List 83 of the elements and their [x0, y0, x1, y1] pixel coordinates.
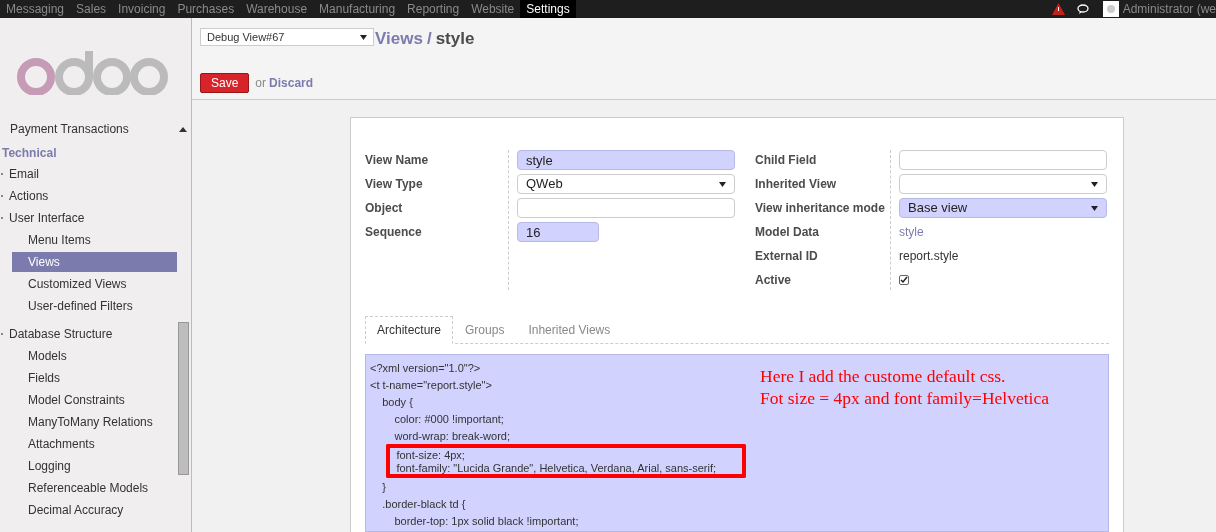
field-label: View inheritance mode	[755, 200, 885, 217]
sidebar-section[interactable]: Payment Transactions	[10, 120, 129, 138]
active-checkbox[interactable]	[899, 275, 909, 285]
text-field[interactable]: 16	[517, 222, 599, 242]
field-label: Child Field	[755, 152, 817, 169]
menu-tab[interactable]: Sales	[70, 0, 113, 18]
caret-up-icon[interactable]	[179, 126, 187, 132]
sidebar-item[interactable]: Email	[9, 165, 39, 183]
field-label: Inherited View	[755, 176, 837, 193]
text-field[interactable]	[517, 198, 735, 218]
code-line: <?xml version="1.0"?>	[370, 360, 481, 375]
sidebar-item[interactable]: User Interface	[9, 209, 85, 227]
select-value: Base view	[908, 199, 968, 218]
save-button[interactable]: Save	[200, 73, 250, 93]
tab[interactable]: Groups	[453, 316, 517, 343]
text-field[interactable]: style	[517, 150, 735, 170]
menu-tab[interactable]: Invoicing	[112, 0, 172, 18]
sidebar-item[interactable]: Actions	[9, 187, 49, 205]
sidebar-item[interactable]: Models	[12, 346, 177, 366]
code-editor[interactable]	[365, 354, 1109, 532]
select-field[interactable]: QWeb	[517, 174, 735, 194]
menu-tab[interactable]: Reporting	[401, 0, 466, 18]
menu-tab[interactable]: Website	[465, 0, 521, 18]
field-label: View Name	[365, 152, 429, 169]
caret-icon	[360, 34, 367, 40]
sidebar-item[interactable]: Database Structure	[9, 325, 113, 343]
sidebar-item[interactable]: User-defined Filters	[12, 296, 177, 316]
or-text: or	[255, 75, 267, 92]
code-line: color: #000 !important;	[393, 411, 504, 426]
breadcrumb-current: style	[435, 28, 475, 50]
sidebar-item[interactable]: Decimal Accuracy	[12, 500, 177, 520]
code-line: .border-black td {	[381, 496, 466, 511]
menu-tab[interactable]: Warehouse	[240, 0, 314, 18]
annotation-text: Fot size = 4px and font family=Helvetica	[760, 387, 1049, 409]
sidebar-item[interactable]: Customized Views	[12, 274, 177, 294]
user-name[interactable]: Administrator (we	[1122, 0, 1216, 18]
scrollbar[interactable]	[178, 322, 189, 475]
model-data-link[interactable]: style	[899, 222, 1107, 242]
warning-icon[interactable]	[1051, 3, 1065, 15]
field-label: Object	[365, 200, 403, 217]
select-field[interactable]: Base view	[899, 198, 1107, 218]
chat-icon[interactable]	[1076, 3, 1091, 15]
sidebar-heading: Technical	[2, 145, 57, 162]
discard-link[interactable]: Discard	[269, 74, 314, 92]
sidebar-item[interactable]: Menu Items	[12, 230, 177, 250]
field-label: View Type	[365, 176, 423, 193]
annotation-text: Here I add the custome default css.	[760, 365, 1007, 387]
field-label: Sequence	[365, 224, 422, 241]
sidebar-item[interactable]: ManyToMany Relations	[12, 412, 177, 432]
code-line: body {	[381, 394, 413, 409]
select-value: Debug View#67	[207, 29, 285, 45]
caret-icon	[1091, 205, 1098, 211]
select-field[interactable]	[899, 174, 1107, 194]
sidebar-item[interactable]: Model Constraints	[12, 390, 177, 410]
caret-icon	[1091, 181, 1098, 187]
field-value: report.style	[899, 248, 960, 265]
menu-tab[interactable]: Manufacturing	[313, 0, 402, 18]
text-field[interactable]	[899, 150, 1107, 170]
sidebar-item[interactable]: Views	[12, 252, 177, 272]
tab[interactable]: Inherited Views	[516, 316, 623, 343]
tab[interactable]: Architecture	[365, 316, 454, 344]
field-label: External ID	[755, 248, 818, 265]
sidebar-item[interactable]: Referenceable Models	[12, 478, 177, 498]
menu-tab[interactable]: Purchases	[171, 0, 241, 18]
menu-tab[interactable]: Messaging	[0, 0, 71, 18]
sidebar-item[interactable]: Fields	[12, 368, 177, 388]
code-line: <t t-name="report.style">	[370, 377, 492, 392]
code-line: font-size: 4px;	[395, 447, 465, 462]
field-label: Active	[755, 272, 792, 289]
menu-tab[interactable]: Settings	[520, 0, 576, 18]
breadcrumb-separator: /	[426, 28, 432, 50]
select-value: QWeb	[526, 175, 563, 194]
sidebar-item[interactable]: Logging	[12, 456, 177, 476]
avatar-icon[interactable]	[1102, 1, 1119, 17]
breadcrumb-link[interactable]: Views	[375, 28, 423, 50]
caret-icon	[719, 181, 726, 187]
debug-select[interactable]: Debug View#67	[200, 28, 374, 46]
code-line: font-family: "Lucida Grande", Helvetica, Verdana, Arial, sans-serif;	[395, 461, 717, 475]
field-label: Model Data	[755, 224, 819, 241]
code-line: border-top: 1px solid black !important;	[393, 513, 579, 528]
code-line: word-wrap: break-word;	[393, 428, 510, 443]
code-line: }	[381, 479, 386, 494]
sidebar-item[interactable]: Attachments	[12, 434, 177, 454]
